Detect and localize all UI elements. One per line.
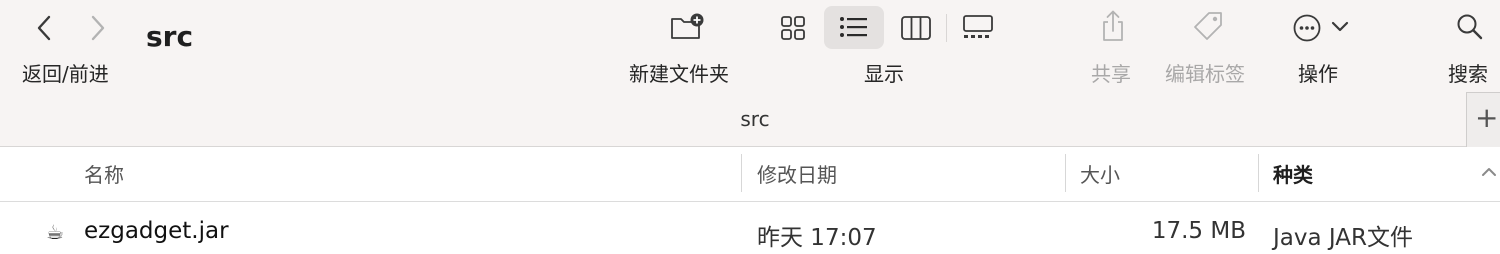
share-icon[interactable] xyxy=(1100,9,1126,43)
edit-tags-label[interactable]: 编辑标签 xyxy=(1165,58,1245,87)
new-folder-icon[interactable] xyxy=(669,12,705,42)
column-divider[interactable] xyxy=(741,154,742,192)
back-forward-label: 返回/前进 xyxy=(22,62,109,86)
toolbar xyxy=(0,0,1500,100)
ellipsis-circle-icon[interactable] xyxy=(1292,13,1322,43)
column-header-date-modified[interactable]: 修改日期 xyxy=(757,159,837,188)
action-label[interactable]: 操作 xyxy=(1298,58,1338,87)
column-header-kind[interactable]: 种类 xyxy=(1273,159,1313,188)
file-date-modified: 昨天 17:07 xyxy=(757,225,877,251)
add-tab-button[interactable]: + xyxy=(1466,92,1500,148)
toolbar-separator xyxy=(946,14,947,42)
column-header-name[interactable]: 名称 xyxy=(84,159,124,188)
new-folder-label[interactable]: 新建文件夹 xyxy=(629,58,729,87)
search-label[interactable]: 搜索 xyxy=(1448,58,1488,87)
file-name[interactable]: ezgadget.jar xyxy=(84,218,229,244)
gallery-view-icon[interactable] xyxy=(961,13,995,41)
chevron-down-icon[interactable] xyxy=(1330,20,1350,34)
plus-icon: + xyxy=(1475,101,1499,134)
sort-chevron-icon[interactable] xyxy=(1480,166,1498,178)
column-divider[interactable] xyxy=(1065,154,1066,192)
tag-icon[interactable] xyxy=(1192,10,1224,42)
column-divider[interactable] xyxy=(1258,154,1259,192)
column-header-size[interactable]: 大小 xyxy=(1080,159,1120,188)
java-jar-icon: ☕ xyxy=(46,220,64,244)
window-title: src xyxy=(146,20,194,53)
chevron-right-icon[interactable] xyxy=(86,14,108,42)
file-kind: Java JAR文件 xyxy=(1273,225,1413,251)
grid-view-icon[interactable] xyxy=(780,15,806,41)
file-size: 17.5 MB xyxy=(1151,218,1246,244)
share-label[interactable]: 共享 xyxy=(1091,58,1131,87)
chevron-left-icon[interactable] xyxy=(34,14,56,42)
column-view-icon[interactable] xyxy=(900,15,932,41)
path-title: src xyxy=(740,107,770,131)
view-label: 显示 xyxy=(864,62,904,86)
list-view-icon[interactable] xyxy=(839,15,869,39)
search-icon[interactable] xyxy=(1455,12,1485,42)
